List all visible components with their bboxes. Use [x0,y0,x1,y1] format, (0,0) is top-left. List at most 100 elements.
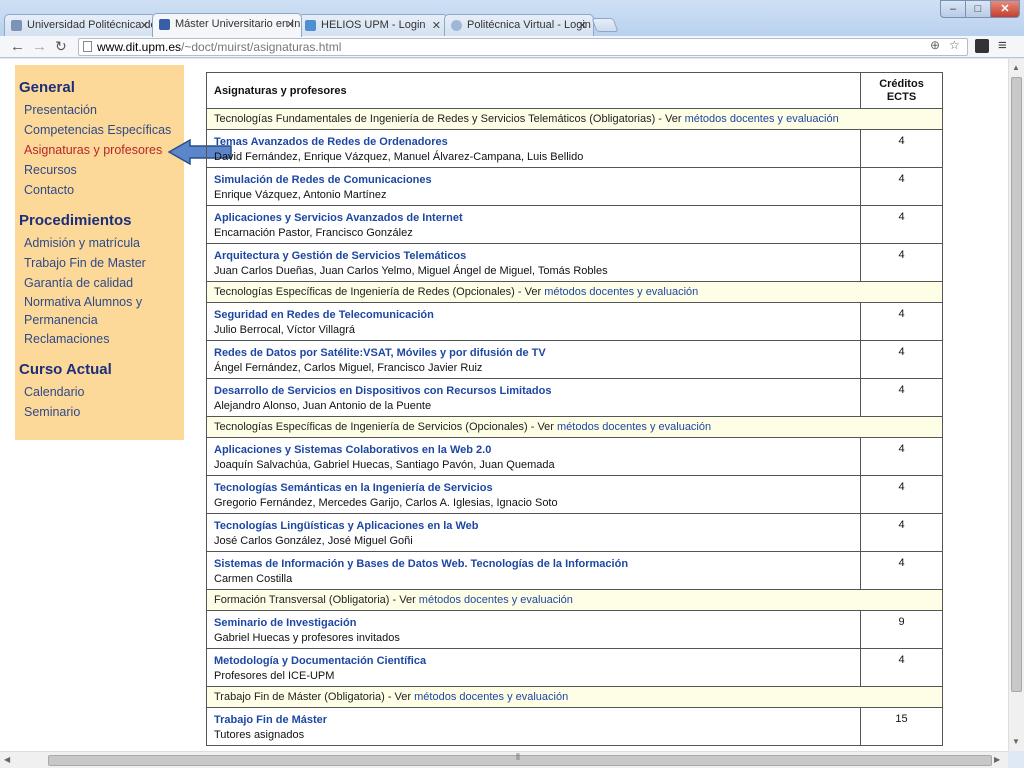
scroll-down-icon[interactable]: ▼ [1012,737,1020,746]
sidebar-item-admision[interactable]: Admisión y matrícula [19,233,180,253]
course-link[interactable]: Metodología y Documentación Científica [214,654,853,668]
table-row: Tecnologías Lingüísticas y Aplicaciones … [206,513,943,552]
header-credits-line2: ECTS [886,90,917,103]
course-link[interactable]: Tecnologías Lingüísticas y Aplicaciones … [214,519,853,533]
horizontal-scroll-thumb[interactable] [48,755,992,766]
sidebar-item-normativa[interactable]: Normativa Alumnos y Permanencia [19,293,159,329]
close-tab-icon[interactable]: ✕ [286,18,295,31]
tab-label: HELIOS UPM - Login [321,19,426,31]
course-professors: David Fernández, Enrique Vázquez, Manuel… [214,151,584,163]
helios-favicon-icon [305,20,316,31]
table-row: Desarrollo de Servicios en Dispositivos … [206,378,943,417]
minimize-button[interactable]: – [940,0,966,18]
sidebar-item-seminario[interactable]: Seminario [19,402,180,422]
sidebar-item-calendario[interactable]: Calendario [19,382,180,402]
course-credits: 4 [860,129,943,168]
maximize-button[interactable]: □ [965,0,991,18]
section-row: Formación Transversal (Obligatoria) - Ve… [206,589,943,611]
forward-arrow-icon[interactable]: → [32,38,47,55]
new-tab-button[interactable] [591,18,619,32]
horizontal-scrollbar[interactable]: ◀ ⦀ ▶ [0,751,1008,768]
sidebar-item-asignaturas[interactable]: Asignaturas y profesores [19,140,180,160]
section-row: Tecnologías Específicas de Ingeniería de… [206,281,943,303]
metodos-link[interactable]: métodos docentes y evaluación [557,421,711,433]
metodos-link[interactable]: métodos docentes y evaluación [685,113,839,125]
course-link[interactable]: Aplicaciones y Sistemas Colaborativos en… [214,443,853,457]
section-title: Tecnologías Fundamentales de Ingeniería … [214,113,685,125]
metodos-link[interactable]: métodos docentes y evaluación [544,286,698,298]
metodos-link[interactable]: métodos docentes y evaluación [414,691,568,703]
course-professors: Ángel Fernández, Carlos Miguel, Francisc… [214,362,483,374]
close-window-button[interactable]: ✕ [990,0,1020,18]
course-link[interactable]: Tecnologías Semánticas en la Ingeniería … [214,481,853,495]
courses-table: Asignaturas y profesores Créditos ECTS T… [206,72,943,746]
address-bar[interactable]: www.dit.upm.es/~doct/muirst/asignaturas.… [78,38,968,56]
sidebar-item-recursos[interactable]: Recursos [19,160,180,180]
vertical-scroll-thumb[interactable] [1011,77,1022,692]
section-title: Trabajo Fin de Máster (Obligatoria) - Ve… [214,691,415,703]
course-credits: 4 [860,513,943,552]
tab-universidad[interactable]: Universidad Politécnica de ✕ [4,14,156,36]
course-credits: 4 [860,551,943,590]
course-professors: Julio Berrocal, Víctor Villagrá [214,324,356,336]
table-row: Aplicaciones y Servicios Avanzados de In… [206,205,943,244]
section-row: Tecnologías Fundamentales de Ingeniería … [206,108,943,130]
close-tab-icon[interactable]: ✕ [578,19,587,32]
course-link[interactable]: Redes de Datos por Satélite:VSAT, Móvile… [214,346,853,360]
course-credits: 4 [860,167,943,206]
section-row: Trabajo Fin de Máster (Obligatoria) - Ve… [206,686,943,708]
course-link[interactable]: Aplicaciones y Servicios Avanzados de In… [214,211,853,225]
dit-favicon-icon [159,19,170,30]
sidebar-item-contacto[interactable]: Contacto [19,180,180,200]
url-host: www.dit.upm.es [97,40,182,54]
bookmark-star-icon[interactable]: ☆ [949,38,960,52]
sidebar-item-trabajo-fin[interactable]: Trabajo Fin de Master [19,253,180,273]
sidebar-heading-procedimientos: Procedimientos [19,212,132,229]
scroll-grip-icon: ⦀ [516,752,520,762]
course-credits: 9 [860,610,943,649]
table-row: Arquitectura y Gestión de Servicios Tele… [206,243,943,282]
course-credits: 4 [860,437,943,476]
close-tab-icon[interactable]: ✕ [432,19,441,32]
extension-icon[interactable] [975,39,989,53]
scroll-left-icon[interactable]: ◀ [4,755,10,764]
course-link[interactable]: Seminario de Investigación [214,616,853,630]
sidebar-heading-general: General [19,79,75,96]
course-credits: 4 [860,302,943,341]
scroll-right-icon[interactable]: ▶ [994,755,1000,764]
sidebar-item-garantia[interactable]: Garantía de calidad [19,273,180,293]
metodos-link[interactable]: métodos docentes y evaluación [419,594,573,606]
table-row: Trabajo Fin de Máster Tutores asignados 1… [206,707,943,746]
reload-icon[interactable]: ↻ [55,38,67,55]
close-tab-icon[interactable]: ✕ [140,19,149,32]
course-link[interactable]: Seguridad en Redes de Telecomunicación [214,308,853,322]
course-professors: Gabriel Huecas y profesores invitados [214,632,400,644]
sidebar-item-competencias[interactable]: Competencias Específicas [19,120,180,140]
tab-helios[interactable]: HELIOS UPM - Login ✕ [298,14,448,36]
url-path: /~doct/muirst/asignaturas.html [181,40,342,54]
course-link[interactable]: Sistemas de Información y Bases de Datos… [214,557,853,571]
sidebar-item-reclamaciones[interactable]: Reclamaciones [19,329,180,349]
sidebar-item-presentacion[interactable]: Presentación [19,100,180,120]
course-professors: Profesores del ICE-UPM [214,670,335,682]
vertical-scrollbar[interactable]: ▲ ▼ [1008,59,1024,751]
course-link[interactable]: Trabajo Fin de Máster [214,713,853,727]
browser-toolbar: ← → ↻ www.dit.upm.es/~doct/muirst/asigna… [0,36,1024,58]
tab-master[interactable]: Máster Universitario en In ✕ [152,13,302,37]
table-row: Temas Avanzados de Redes de Ordenadores D… [206,129,943,168]
course-link[interactable]: Temas Avanzados de Redes de Ordenadores [214,135,853,149]
zoom-icon[interactable]: ⊕ [930,38,940,52]
course-professors: Gregorio Fernández, Mercedes Garijo, Car… [214,497,558,509]
course-link[interactable]: Arquitectura y Gestión de Servicios Tele… [214,249,853,263]
menu-icon[interactable]: ≡ [998,37,1007,54]
scroll-up-icon[interactable]: ▲ [1012,63,1020,72]
course-link[interactable]: Desarrollo de Servicios en Dispositivos … [214,384,853,398]
tab-label: Politécnica Virtual - Login [467,19,591,31]
back-arrow-icon[interactable]: ← [10,38,25,55]
page-viewport: General Presentación Competencias Especí… [0,59,1008,751]
course-credits: 4 [860,340,943,379]
table-row: Seguridad en Redes de Telecomunicación Ju… [206,302,943,341]
course-link[interactable]: Simulación de Redes de Comunicaciones [214,173,853,187]
tab-politecnica-virtual[interactable]: Politécnica Virtual - Login ✕ [444,14,594,36]
section-title: Tecnologías Específicas de Ingeniería de… [214,286,545,298]
